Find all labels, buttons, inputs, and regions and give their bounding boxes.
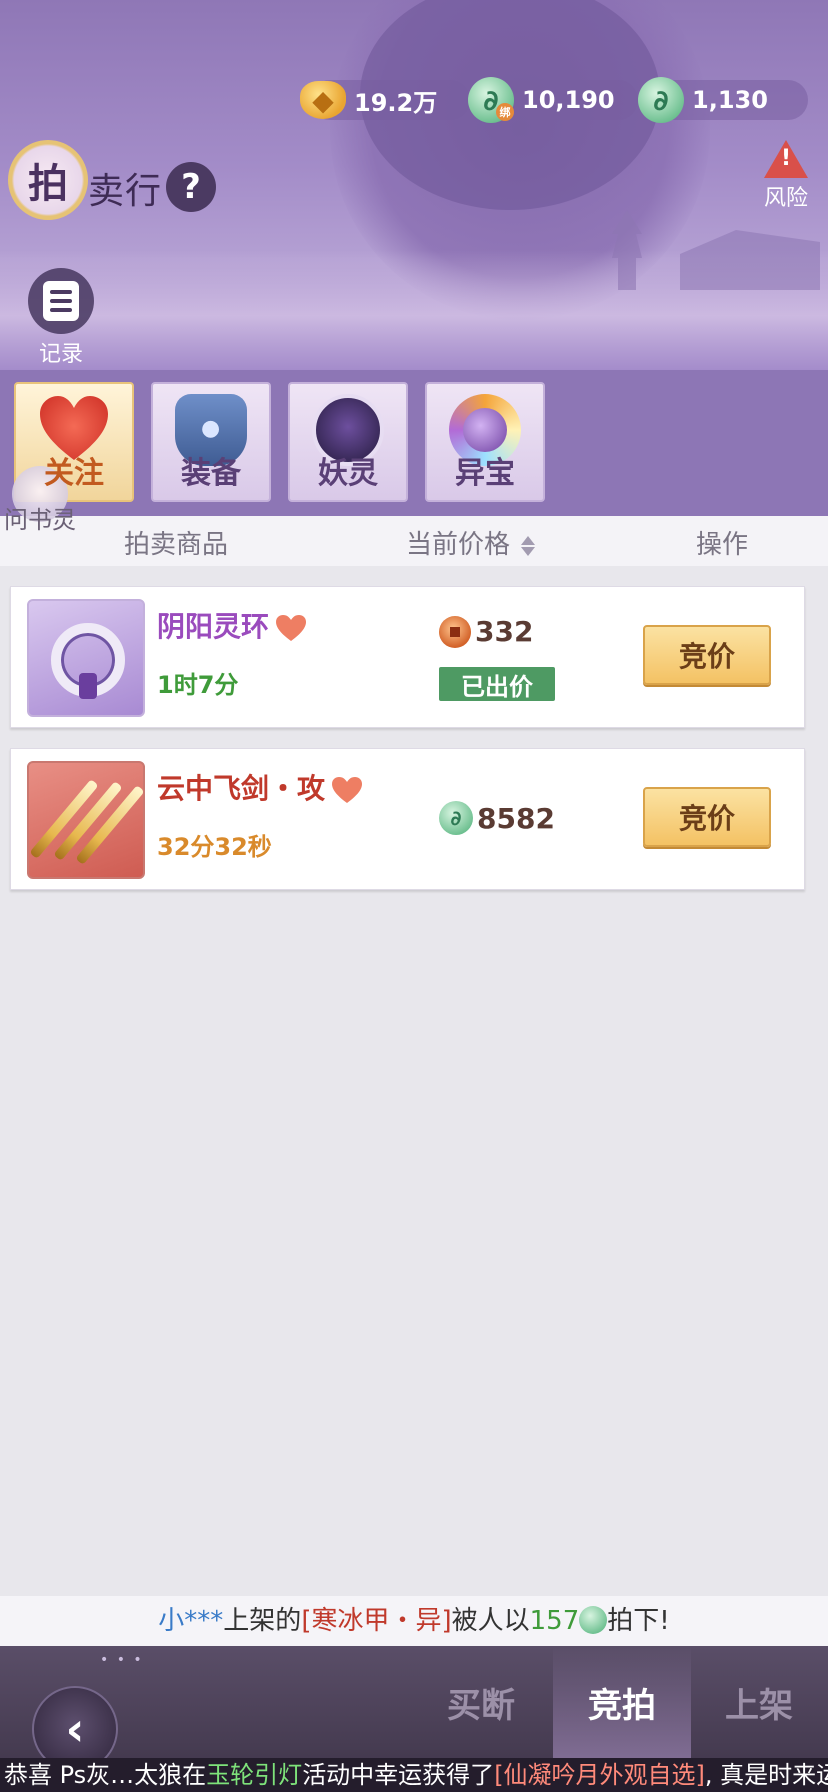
tab-auction[interactable]: 竞拍 xyxy=(553,1646,691,1758)
gold-amount: 19.2万 xyxy=(354,88,438,117)
ring-icon xyxy=(51,623,125,699)
column-price-sort[interactable]: 当前价格 xyxy=(406,524,536,561)
help-button[interactable]: ? xyxy=(166,162,216,212)
copper-coin-icon xyxy=(439,615,471,648)
pagoda-decoration xyxy=(680,230,820,290)
notice-user: 小*** xyxy=(158,1606,224,1636)
item-name: 阴阳灵环 xyxy=(157,610,270,643)
page-title: 卖行 xyxy=(88,171,163,212)
gold-currency[interactable]: ◆ 19.2万 xyxy=(300,80,470,120)
notice-text: 被人以 xyxy=(451,1606,530,1636)
marquee-broadcast: 恭喜 Ps灰…太狼在玉轮引灯活动中幸运获得了[仙凝吟月外观自选], 真是时来运转… xyxy=(0,1758,828,1792)
tab-list-item[interactable]: 上架 xyxy=(690,1646,828,1758)
tab-treasure[interactable]: 异宝 xyxy=(425,382,545,502)
marquee-text: 恭喜 Ps灰…太狼在 xyxy=(4,1761,207,1789)
marquee-event: 玉轮引灯 xyxy=(206,1761,303,1789)
bid-button[interactable]: 竞价 xyxy=(643,787,771,847)
sort-icon xyxy=(520,534,536,558)
bottom-bar: • • • ‹ 买断 竞拍 上架 恭喜 Ps灰…太狼在玉轮引灯活动中幸运获得了[… xyxy=(0,1646,828,1792)
item-name-row: 阴阳灵环 xyxy=(157,605,307,645)
status-badge: 已出价 xyxy=(439,667,555,701)
notice-amount: 157 xyxy=(529,1606,580,1636)
notice-item: [寒冰甲・异] xyxy=(301,1606,452,1636)
mascot-label: 问书灵 xyxy=(4,506,76,534)
bound-tag: 绑 xyxy=(496,103,514,121)
item-price: ∂ 8582 xyxy=(439,801,555,835)
tab-equipment-label: 装备 xyxy=(181,456,241,491)
jade-amount: 1,130 xyxy=(692,86,768,114)
item-price-value: 332 xyxy=(475,615,534,648)
bound-jade-amount: 10,190 xyxy=(522,86,615,114)
risk-button[interactable]: ! 风险 xyxy=(756,140,816,212)
item-name-row: 云中飞剑・攻 xyxy=(157,767,363,807)
risk-label: 风险 xyxy=(763,186,808,211)
item-price: 332 xyxy=(439,615,533,648)
tab-buyout[interactable]: 买断 xyxy=(412,1646,550,1758)
bid-button[interactable]: 竞价 xyxy=(643,625,771,685)
heart-icon[interactable] xyxy=(331,776,363,804)
tab-spirit-label: 妖灵 xyxy=(318,456,378,491)
jade-icon: ∂ xyxy=(638,77,684,123)
column-action: 操作 xyxy=(696,530,749,560)
tab-equipment[interactable]: 装备 xyxy=(151,382,271,502)
tab-treasure-label: 异宝 xyxy=(455,456,515,491)
marquee-text: 活动中幸运获得了 xyxy=(302,1761,495,1789)
column-price: 当前价格 xyxy=(406,530,511,560)
item-time-left: 32分32秒 xyxy=(157,833,272,861)
list-item[interactable]: 阴阳灵环 1时7分 332 已出价 竞价 xyxy=(10,586,805,728)
auction-badge-icon: 拍 xyxy=(8,140,88,220)
back-arrow-icon: ‹ xyxy=(65,1702,85,1756)
record-icon xyxy=(28,268,94,334)
item-thumbnail[interactable] xyxy=(27,761,145,879)
notice-text: 拍下! xyxy=(607,1606,670,1636)
item-thumbnail[interactable] xyxy=(27,599,145,717)
record-label: 记录 xyxy=(38,342,83,367)
record-button[interactable]: 记录 xyxy=(28,268,94,368)
marquee-reward: [仙凝吟月外观自选] xyxy=(494,1761,705,1789)
list-item[interactable]: 云中飞剑・攻 32分32秒 ∂ 8582 竞价 xyxy=(10,748,805,890)
warning-icon: ! xyxy=(764,140,808,178)
auction-notice: 小***上架的[寒冰甲・异]被人以157 拍下! xyxy=(0,1596,828,1646)
tab-follow-label: 关注 xyxy=(44,456,104,491)
heart-icon[interactable] xyxy=(275,614,307,642)
jade-icon: ∂ xyxy=(439,801,473,835)
marquee-text: , 真是时来运转! xyxy=(704,1761,828,1789)
item-name: 云中飞剑・攻 xyxy=(157,772,326,805)
jade-currency[interactable]: ∂ 1,130 xyxy=(638,77,808,123)
column-item: 拍卖商品 xyxy=(124,530,229,560)
item-time-left: 1时7分 xyxy=(157,671,239,699)
gold-ingot-icon: ◆ xyxy=(300,81,346,119)
list-header: 拍卖商品 当前价格 操作 xyxy=(0,516,828,566)
tab-spirit[interactable]: 妖灵 xyxy=(288,382,408,502)
title-badge-char: 拍 xyxy=(28,161,68,207)
dots-decoration: • • • xyxy=(100,1652,144,1668)
jade-icon xyxy=(579,1606,608,1634)
bound-jade-icon: ∂ 绑 xyxy=(468,77,514,123)
notice-text: 上架的 xyxy=(223,1606,302,1636)
item-price-value: 8582 xyxy=(477,801,555,835)
bound-jade-currency[interactable]: ∂ 绑 10,190 xyxy=(468,77,638,123)
